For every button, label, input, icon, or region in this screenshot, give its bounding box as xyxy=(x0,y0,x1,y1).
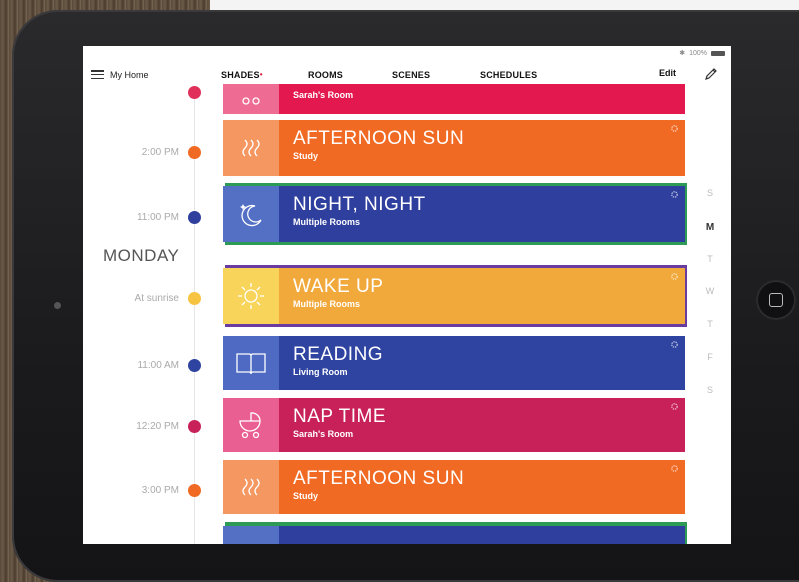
gear-icon[interactable] xyxy=(670,190,679,199)
event-time: 2:00 PM xyxy=(141,147,179,158)
schedule-card[interactable]: Sarah's Room xyxy=(223,84,685,114)
day-label: MONDAY xyxy=(103,246,180,265)
scene-icon xyxy=(223,526,279,544)
event-time: 11:00 PM xyxy=(136,212,179,223)
sun-icon xyxy=(223,268,279,324)
timeline-dot xyxy=(188,86,201,99)
pencil-icon[interactable] xyxy=(703,66,719,82)
card-subtitle: Sarah's Room xyxy=(293,90,354,100)
schedule-card[interactable]: READING Living Room xyxy=(223,336,685,390)
gear-icon[interactable] xyxy=(670,272,679,281)
weekday-item[interactable]: T xyxy=(703,254,717,264)
card-title: WAKE UP xyxy=(293,276,384,297)
timeline-dot xyxy=(188,484,201,497)
card-body: AFTERNOON SUN Study xyxy=(279,460,685,514)
card-body: WAKE UP Multiple Rooms xyxy=(279,268,685,324)
tab-scenes[interactable]: SCENES xyxy=(392,70,430,80)
home-square-icon xyxy=(769,293,783,307)
home-button[interactable] xyxy=(756,280,796,320)
menu-icon[interactable] xyxy=(91,70,104,79)
card-title: NAP TIME xyxy=(293,406,387,427)
moon-icon xyxy=(223,186,279,242)
tab-rooms[interactable]: ROOMS xyxy=(308,70,343,80)
card-subtitle: Study xyxy=(293,151,319,161)
stroller-icon xyxy=(223,398,279,452)
schedule-card[interactable]: NIGHT, NIGHT Multiple Rooms xyxy=(223,186,685,242)
edit-button[interactable]: Edit xyxy=(659,68,676,78)
weekday-item[interactable]: T xyxy=(703,319,717,329)
weekday-item[interactable]: M xyxy=(703,222,717,233)
weekday-item[interactable]: W xyxy=(703,286,717,296)
timeline-dot xyxy=(188,292,201,305)
schedule-card[interactable]: NAP TIME Sarah's Room xyxy=(223,398,685,452)
notification-dot: • xyxy=(259,70,263,79)
card-subtitle: Multiple Rooms xyxy=(293,299,360,309)
schedule-card[interactable]: AFTERNOON SUN Study xyxy=(223,120,685,176)
gear-icon[interactable] xyxy=(670,124,679,133)
weekday-item[interactable]: S xyxy=(703,385,717,395)
card-title: AFTERNOON SUN xyxy=(293,468,465,489)
home-title[interactable]: My Home xyxy=(110,70,149,80)
card-subtitle: Study xyxy=(293,491,319,501)
event-time: 12:20 PM xyxy=(136,421,179,432)
gear-icon[interactable] xyxy=(670,464,679,473)
card-body: Sarah's Room xyxy=(279,84,685,114)
book-icon xyxy=(223,336,279,390)
schedule-card[interactable] xyxy=(223,526,685,544)
event-time: 11:00 AM xyxy=(137,360,179,371)
app-screen: ✱ 100% My Home SHADES• ROOMS SCENES SCHE… xyxy=(83,46,731,544)
schedule-card[interactable]: AFTERNOON SUN Study xyxy=(223,460,685,514)
card-title: NIGHT, NIGHT xyxy=(293,194,426,215)
tab-schedules[interactable]: SCHEDULES xyxy=(480,70,537,80)
heat-waves-icon xyxy=(223,120,279,176)
event-time: At sunrise xyxy=(134,293,179,304)
card-subtitle: Living Room xyxy=(293,367,348,377)
card-subtitle: Sarah's Room xyxy=(293,429,354,439)
schedule-card[interactable]: WAKE UP Multiple Rooms xyxy=(223,268,685,324)
stroller-icon xyxy=(223,84,279,114)
camera-icon xyxy=(54,302,61,309)
event-time: 3:00 PM xyxy=(141,485,179,496)
top-navigation: My Home SHADES• ROOMS SCENES SCHEDULES E… xyxy=(83,46,731,86)
card-title: READING xyxy=(293,344,384,365)
timeline-dot xyxy=(188,211,201,224)
timeline-dot xyxy=(188,420,201,433)
weekday-item[interactable]: F xyxy=(703,352,717,362)
card-body: READING Living Room xyxy=(279,336,685,390)
weekday-item[interactable]: S xyxy=(703,188,717,198)
timeline-dot xyxy=(188,146,201,159)
timeline-dot xyxy=(188,359,201,372)
card-title: AFTERNOON SUN xyxy=(293,128,465,149)
gear-icon[interactable] xyxy=(670,340,679,349)
heat-waves-icon xyxy=(223,460,279,514)
card-subtitle: Multiple Rooms xyxy=(293,217,360,227)
card-body: AFTERNOON SUN Study xyxy=(279,120,685,176)
tab-shades[interactable]: SHADES• xyxy=(221,70,263,80)
card-body: NIGHT, NIGHT Multiple Rooms xyxy=(279,186,685,242)
card-body: NAP TIME Sarah's Room xyxy=(279,398,685,452)
gear-icon[interactable] xyxy=(670,402,679,411)
